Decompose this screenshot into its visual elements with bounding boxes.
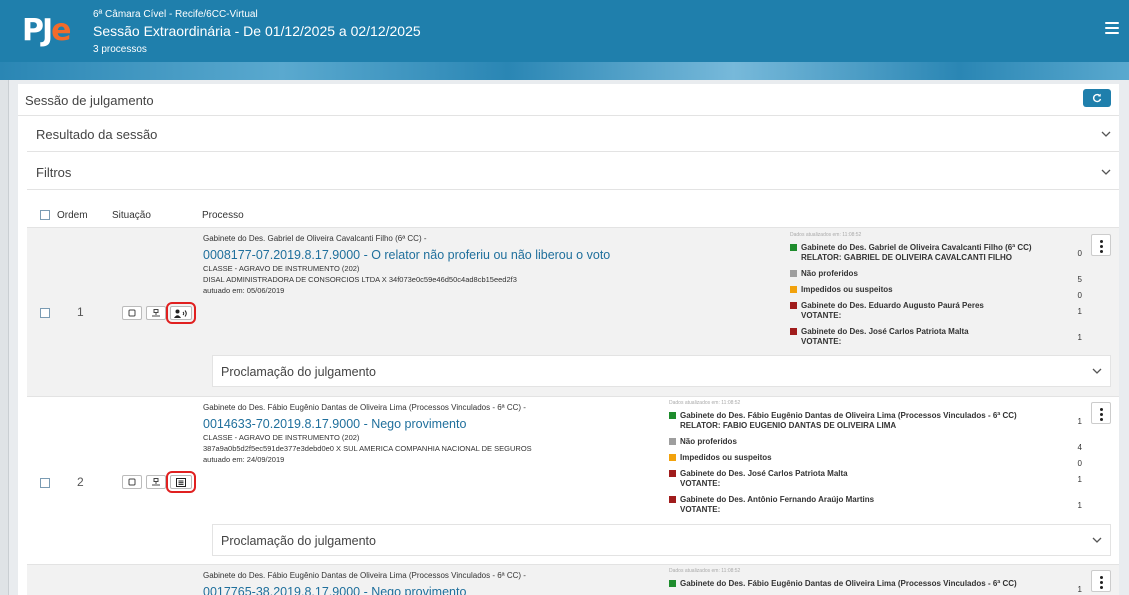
page-title: Sessão Extraordinária - De 01/12/2025 a … — [93, 23, 421, 39]
process-classe: CLASSE - AGRAVO DE INSTRUMENTO (202) — [203, 264, 360, 273]
vote-relator: Gabinete do Des. Fábio Eugênio Dantas de… — [669, 411, 1082, 431]
pje-logo[interactable]: PJ e — [22, 10, 72, 50]
vote-nao-proferidos: Não proferidos 4 — [669, 437, 1082, 452]
process-classe: CLASSE - AGRAVO DE INSTRUMENTO (202) — [203, 433, 360, 442]
votes-panel: Dados atualizados em: 11:08:52 Gabinete … — [790, 232, 1082, 347]
vote-count: 5 — [1077, 275, 1082, 284]
gavel-button[interactable] — [146, 475, 166, 489]
accordion-resultado[interactable]: Resultado da sessão — [27, 116, 1119, 152]
accordion-filtros-label: Filtros — [36, 165, 72, 180]
proclamacao-label: Proclamação do julgamento — [221, 534, 376, 548]
vote-count: 1 — [1077, 501, 1082, 510]
vote-impedidos: Impedidos ou suspeitos 0 — [790, 285, 1082, 300]
process-gabinete: Gabinete do Des. Gabriel de Oliveira Cav… — [203, 234, 427, 243]
row-actions-button[interactable] — [1091, 234, 1111, 256]
row-order: 2 — [77, 475, 84, 489]
process-partes: DISAL ADMINISTRADORA DE CONSORCIOS LTDA … — [203, 275, 517, 284]
col-situacao: Situação — [112, 210, 151, 221]
chevron-down-icon — [1092, 537, 1102, 543]
proclamacao-label: Proclamação do julgamento — [221, 365, 376, 379]
votes-panel: Dados atualizados em: 11:08:52 Gabinete … — [669, 400, 1082, 515]
proclamacao-accordion[interactable]: Proclamação do julgamento — [212, 355, 1111, 387]
vote-count: 0 — [1077, 291, 1082, 300]
list-button[interactable] — [166, 471, 196, 493]
process-autuado: autuado em: 24/09/2019 — [203, 455, 285, 464]
vote-votante: Gabinete do Des. José Carlos Patriota Ma… — [669, 469, 1082, 489]
logo-pj: PJ — [22, 12, 53, 48]
app-header: PJ e 6ª Câmara Cível - Recife/6CC-Virtual… — [0, 0, 1129, 62]
select-all-checkbox[interactable] — [40, 210, 50, 220]
gavel-icon — [152, 309, 160, 317]
vote-votante: Gabinete do Des. José Carlos Patriota Ma… — [790, 327, 1082, 347]
vote-count: 1 — [1077, 585, 1082, 594]
update-timestamp: Dados atualizados em: 11:08:52 — [669, 568, 741, 574]
vote-impedidos: Impedidos ou suspeitos 0 — [669, 453, 1082, 468]
gavel-button[interactable] — [146, 306, 166, 320]
process-gabinete: Gabinete do Des. Fábio Eugênio Dantas de… — [203, 403, 526, 412]
logo-e: e — [51, 12, 71, 48]
org-name: 6ª Câmara Cível - Recife/6CC-Virtual — [93, 9, 258, 20]
vote-nao-proferidos: Não proferidos 5 — [790, 269, 1082, 284]
proclamacao-accordion[interactable]: Proclamação do julgamento — [212, 524, 1111, 556]
process-info: Gabinete do Des. Gabriel de Oliveira Cav… — [203, 234, 653, 295]
vote-count: 4 — [1077, 443, 1082, 452]
hamburger-menu-icon[interactable] — [1105, 22, 1119, 34]
process-count: 3 processos — [93, 44, 147, 55]
session-header: Sessão de julgamento — [18, 84, 1119, 116]
row-checkbox[interactable] — [40, 308, 50, 318]
document-icon — [128, 309, 136, 317]
vote-count: 1 — [1077, 333, 1082, 342]
row-order: 1 — [77, 305, 84, 319]
situation-icons — [122, 471, 196, 493]
table-header: Ordem Situação Processo — [27, 203, 1119, 227]
col-processo: Processo — [202, 210, 244, 221]
vote-relator: Gabinete do Des. Fábio Eugênio Dantas de… — [669, 579, 1082, 594]
row-actions-button[interactable] — [1091, 570, 1111, 592]
process-number-link[interactable]: 0008177-07.2019.8.17.9000 - O relator nã… — [203, 248, 653, 262]
table-row: 1 Gabinete do Des. Gabriel de Oliveira C… — [27, 227, 1119, 396]
section-title: Sessão de julgamento — [25, 93, 154, 108]
table-row: 2 Gabinete do Des. Fábio Eugênio Dantas … — [27, 396, 1119, 564]
vote-count: 1 — [1077, 475, 1082, 484]
document-button[interactable] — [122, 306, 142, 320]
chevron-down-icon — [1101, 169, 1111, 175]
situation-icons — [122, 302, 196, 324]
document-icon — [128, 478, 136, 486]
chevron-down-icon — [1092, 368, 1102, 374]
vote-votante: Gabinete do Des. Eduardo Augusto Paurá P… — [790, 301, 1082, 321]
vote-count: 1 — [1077, 307, 1082, 316]
vote-count: 0 — [1077, 459, 1082, 468]
table-row: Gabinete do Des. Fábio Eugênio Dantas de… — [27, 564, 1119, 595]
votes-panel: Dados atualizados em: 11:08:52 Gabinete … — [669, 568, 1082, 594]
list-icon — [176, 477, 186, 487]
vote-count: 0 — [1077, 249, 1082, 258]
vote-count: 1 — [1077, 417, 1082, 426]
process-number-link[interactable]: 0017765-38.2019.8.17.9000 - Nego provime… — [203, 585, 653, 595]
chevron-down-icon — [1101, 131, 1111, 137]
vote-relator: Gabinete do Des. Gabriel de Oliveira Cav… — [790, 243, 1082, 263]
process-info: Gabinete do Des. Fábio Eugênio Dantas de… — [203, 403, 653, 464]
user-audio-icon — [174, 309, 187, 318]
refresh-button[interactable] — [1083, 89, 1111, 107]
process-gabinete: Gabinete do Des. Fábio Eugênio Dantas de… — [203, 571, 526, 580]
process-autuado: autuado em: 05/06/2019 — [203, 286, 285, 295]
update-timestamp: Dados atualizados em: 11:08:52 — [669, 400, 741, 406]
left-panel-edge — [0, 80, 9, 595]
row-actions-button[interactable] — [1091, 402, 1111, 424]
accordion-resultado-label: Resultado da sessão — [36, 127, 158, 142]
process-number-link[interactable]: 0014633-70.2019.8.17.9000 - Nego provime… — [203, 417, 653, 431]
vote-votante: Gabinete do Des. Antônio Fernando Araújo… — [669, 495, 1082, 515]
process-partes: 387a9a0b5d2f5ec591de377e3debd0e0 X SUL A… — [203, 444, 532, 453]
process-info: Gabinete do Des. Fábio Eugênio Dantas de… — [203, 571, 653, 595]
sustentacao-oral-button[interactable] — [166, 302, 196, 324]
document-button[interactable] — [122, 475, 142, 489]
session-card: Sessão de julgamento Resultado da sessão… — [18, 84, 1119, 595]
header-wave-decoration — [0, 62, 1129, 80]
update-timestamp: Dados atualizados em: 11:08:52 — [790, 232, 862, 238]
accordion-filtros[interactable]: Filtros — [27, 154, 1119, 190]
gavel-icon — [152, 478, 160, 486]
row-checkbox[interactable] — [40, 478, 50, 488]
refresh-icon — [1092, 93, 1102, 103]
col-ordem: Ordem — [57, 210, 88, 221]
